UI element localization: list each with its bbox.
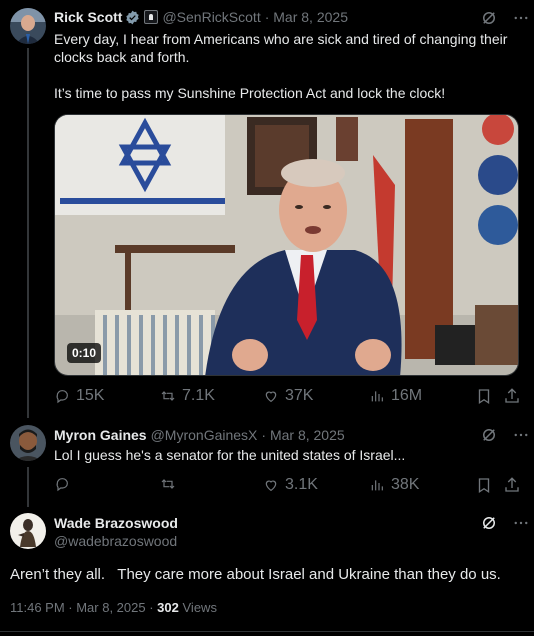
tweet-header: Myron Gaines @MyronGainesX · Mar 8, 2025 (54, 427, 345, 443)
repost-icon (161, 479, 175, 489)
tweet-text-line: It’s time to pass my Sunshine Protection… (54, 85, 446, 101)
like-button[interactable]: 37K (263, 387, 313, 405)
video-thumbnail (55, 115, 518, 375)
views-label: Views (182, 600, 217, 615)
repost-icon (161, 391, 175, 401)
video-duration: 0:10 (67, 343, 102, 363)
author-handle[interactable]: @SenRickScott (162, 9, 260, 25)
tweet-text: Every day, I hear from Americans who are… (54, 30, 524, 102)
tweet-handle-row: @wadebrazoswood (50, 533, 177, 549)
bookmark-button[interactable] (475, 387, 493, 405)
tweet-date[interactable]: · Mar 8, 2025 (261, 427, 344, 443)
video-player[interactable]: 0:10 (54, 114, 519, 376)
repost-button[interactable] (160, 476, 176, 492)
tweet-timestamp[interactable]: 11:46 PM · Mar 8, 2025 · (10, 600, 154, 615)
tweet-top-actions (480, 514, 530, 532)
thread-line (27, 467, 29, 507)
view-count: 16M (391, 387, 423, 404)
reply-icon (56, 478, 68, 492)
tweet-myron-gaines[interactable]: Myron Gaines @MyronGainesX · Mar 8, 2025… (0, 415, 534, 507)
views-icon (371, 391, 383, 402)
divider (0, 631, 534, 632)
bookmark-icon (478, 478, 490, 494)
avatar[interactable] (10, 425, 46, 461)
government-badge-icon (144, 10, 159, 24)
repost-count: 7.1K (182, 387, 215, 404)
tweet-wade-brazoswood[interactable]: Wade Brazoswood @wadebrazoswood Aren’t t… (0, 505, 534, 636)
tweet-top-actions (480, 9, 530, 27)
share-button[interactable] (503, 387, 521, 405)
share-icon (505, 388, 519, 403)
view-count: 302 (157, 600, 179, 615)
reply-count: 15K (76, 387, 105, 404)
author-name[interactable]: Rick Scott (54, 9, 122, 25)
reply-button[interactable] (54, 476, 70, 492)
reply-button[interactable]: 15K (54, 387, 104, 405)
repost-button[interactable]: 7.1K (160, 387, 215, 405)
views-button[interactable]: 38K (369, 476, 419, 494)
tweet-date[interactable]: · Mar 8, 2025 (265, 9, 348, 25)
more-icon[interactable] (512, 514, 530, 532)
grok-icon[interactable] (480, 426, 498, 444)
like-icon (265, 391, 277, 403)
grok-icon[interactable] (480, 9, 498, 27)
views-button[interactable]: 16M (369, 387, 422, 405)
bookmark-button[interactable] (475, 476, 493, 494)
more-icon[interactable] (512, 9, 530, 27)
views-icon (371, 480, 383, 491)
author-handle[interactable]: @wadebrazoswood (54, 533, 177, 549)
like-button[interactable]: 3.1K (263, 476, 318, 494)
share-button[interactable] (503, 476, 521, 494)
more-icon[interactable] (512, 426, 530, 444)
like-count: 3.1K (285, 476, 318, 493)
like-icon (265, 480, 277, 492)
bookmark-icon (478, 389, 490, 405)
tweet-rick-scott[interactable]: Rick Scott @SenRickScott · Mar 8, 2025 E… (0, 0, 534, 418)
author-name[interactable]: Wade Brazoswood (54, 515, 178, 531)
view-count: 38K (391, 476, 420, 493)
tweet-header: Rick Scott @SenRickScott · Mar 8, 2025 (54, 9, 348, 25)
tweet-text-line: Every day, I hear from Americans who are… (54, 31, 508, 47)
tweet-header: Wade Brazoswood (54, 515, 178, 531)
tweet-text-line: clocks back and forth. (54, 49, 190, 65)
reply-icon (56, 390, 68, 404)
avatar[interactable] (10, 513, 46, 549)
thread-line (27, 48, 29, 418)
tweet-top-actions (480, 426, 530, 444)
like-count: 37K (285, 387, 314, 404)
author-handle[interactable]: @MyronGainesX (151, 427, 258, 443)
author-name[interactable]: Myron Gaines (54, 427, 147, 443)
tweet-text: Lol I guess he's a senator for the unite… (54, 447, 406, 463)
tweet-timestamp-row: 11:46 PM · Mar 8, 2025 · 302 Views (10, 599, 217, 617)
share-icon (505, 477, 519, 492)
avatar[interactable] (10, 8, 46, 44)
grok-icon[interactable] (480, 514, 498, 532)
tweet-text: Aren’t they all. They care more about Is… (10, 566, 501, 583)
verified-check-icon (125, 10, 140, 25)
